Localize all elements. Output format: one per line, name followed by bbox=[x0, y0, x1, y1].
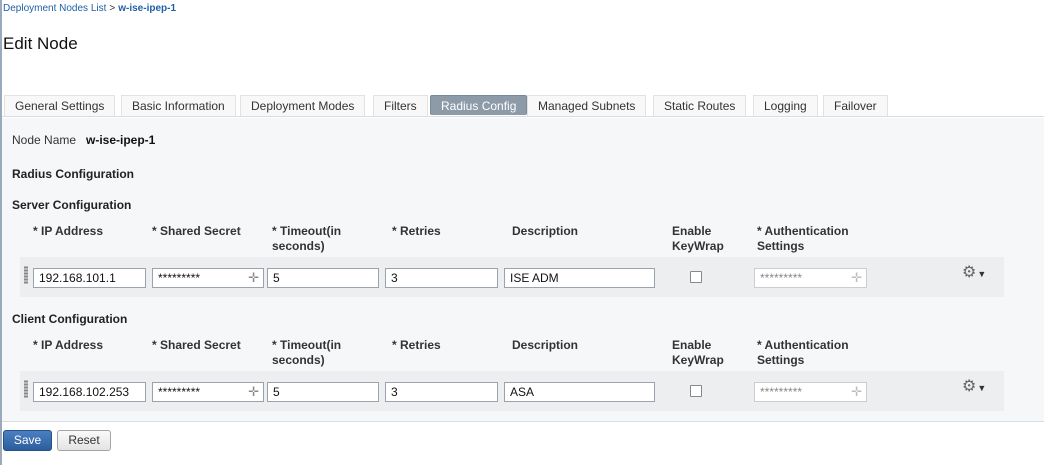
client-ip-input[interactable]: 192.168.102.253 bbox=[33, 382, 146, 402]
save-button[interactable]: Save bbox=[3, 430, 52, 451]
server-auth-settings-input: ********* ✛ bbox=[754, 268, 867, 288]
breadcrumb: Deployment Nodes List > w-ise-ipep-1 bbox=[3, 3, 176, 14]
plus-icon[interactable]: ✛ bbox=[248, 271, 259, 284]
gear-icon[interactable]: ⚙ bbox=[962, 378, 976, 395]
server-col-retries: * Retries bbox=[392, 224, 441, 238]
client-row-actions[interactable]: ⚙▼ bbox=[962, 379, 986, 396]
client-col-keywrap-line2: KeyWrap bbox=[672, 353, 724, 367]
tab-failover[interactable]: Failover bbox=[823, 95, 888, 116]
server-col-auth-line2: Settings bbox=[757, 239, 805, 253]
client-description-input[interactable]: ASA bbox=[504, 382, 655, 402]
server-secret-input[interactable]: ********* ✛ bbox=[152, 268, 264, 288]
client-col-auth: * Authentication Settings bbox=[757, 338, 849, 368]
server-timeout-input[interactable]: 5 bbox=[267, 268, 379, 288]
client-row-drag-handle[interactable] bbox=[24, 380, 28, 398]
client-col-auth-line2: Settings bbox=[757, 353, 805, 367]
tab-managed-subnets[interactable]: Managed Subnets bbox=[527, 95, 647, 116]
server-col-keywrap: Enable KeyWrap bbox=[672, 224, 724, 254]
server-col-ip: * IP Address bbox=[33, 224, 104, 238]
tab-radius-config[interactable]: Radius Config bbox=[430, 95, 528, 115]
server-keywrap-checkbox[interactable] bbox=[690, 271, 702, 283]
server-col-auth-line1: * Authentication bbox=[757, 224, 849, 238]
server-col-timeout: * Timeout(in seconds) bbox=[272, 224, 341, 254]
footer-divider bbox=[2, 421, 1044, 422]
server-col-timeout-line1: * Timeout(in bbox=[272, 224, 342, 238]
node-name-label: Node Name bbox=[12, 133, 77, 147]
server-retries-input[interactable]: 3 bbox=[385, 268, 498, 288]
server-col-description: Description bbox=[512, 224, 579, 238]
breadcrumb-link-deployment-nodes[interactable]: Deployment Nodes List bbox=[3, 3, 106, 14]
tab-deployment-modes[interactable]: Deployment Modes bbox=[240, 95, 366, 116]
chevron-down-icon[interactable]: ▼ bbox=[977, 269, 986, 279]
radius-configuration-heading: Radius Configuration bbox=[12, 167, 134, 181]
client-col-keywrap: Enable KeyWrap bbox=[672, 338, 724, 368]
tab-filters[interactable]: Filters bbox=[373, 95, 428, 116]
client-col-retries: * Retries bbox=[392, 338, 441, 352]
client-col-auth-line1: * Authentication bbox=[757, 338, 849, 352]
client-retries-input[interactable]: 3 bbox=[385, 382, 498, 402]
client-auth-settings-input: ********* ✛ bbox=[754, 382, 867, 402]
client-col-keywrap-line1: Enable bbox=[672, 338, 712, 352]
plus-icon[interactable]: ✛ bbox=[248, 385, 259, 398]
client-col-timeout-line2: seconds) bbox=[272, 353, 325, 367]
chevron-down-icon[interactable]: ▼ bbox=[977, 383, 986, 393]
gear-icon[interactable]: ⚙ bbox=[962, 264, 976, 281]
breadcrumb-separator: > bbox=[109, 3, 116, 14]
client-auth-value: ********* bbox=[760, 385, 803, 399]
client-secret-value: ********* bbox=[158, 385, 201, 399]
breadcrumb-current[interactable]: w-ise-ipep-1 bbox=[118, 3, 176, 14]
client-col-secret: * Shared Secret bbox=[152, 338, 241, 352]
server-secret-value: ********* bbox=[158, 271, 201, 285]
client-configuration-heading: Client Configuration bbox=[12, 312, 128, 326]
client-timeout-input[interactable]: 5 bbox=[267, 382, 379, 402]
server-col-auth: * Authentication Settings bbox=[757, 224, 849, 254]
client-col-timeout-line1: * Timeout(in bbox=[272, 338, 342, 352]
tab-logging[interactable]: Logging bbox=[753, 95, 818, 116]
server-description-input[interactable]: ISE ADM bbox=[504, 268, 655, 288]
plus-icon: ✛ bbox=[851, 270, 862, 285]
tab-general-settings[interactable]: General Settings bbox=[4, 95, 116, 116]
server-col-keywrap-line1: Enable bbox=[672, 224, 712, 238]
server-row-actions[interactable]: ⚙▼ bbox=[962, 265, 986, 282]
server-row-drag-handle[interactable] bbox=[24, 266, 28, 284]
server-configuration-heading: Server Configuration bbox=[12, 198, 132, 212]
tab-bar: General Settings Basic Information Deplo… bbox=[2, 92, 1044, 117]
server-col-keywrap-line2: KeyWrap bbox=[672, 239, 724, 253]
tab-basic-information[interactable]: Basic Information bbox=[121, 95, 236, 116]
server-col-timeout-line2: seconds) bbox=[272, 239, 325, 253]
server-ip-input[interactable]: 192.168.101.1 bbox=[33, 268, 146, 288]
client-col-timeout: * Timeout(in seconds) bbox=[272, 338, 341, 368]
server-col-secret: * Shared Secret bbox=[152, 224, 241, 238]
client-col-ip: * IP Address bbox=[33, 338, 104, 352]
plus-icon: ✛ bbox=[851, 384, 862, 399]
page-title: Edit Node bbox=[3, 34, 78, 53]
reset-button[interactable]: Reset bbox=[57, 430, 111, 451]
client-keywrap-checkbox[interactable] bbox=[690, 385, 702, 397]
tab-static-routes[interactable]: Static Routes bbox=[653, 95, 747, 116]
server-auth-value: ********* bbox=[760, 271, 803, 285]
client-col-description: Description bbox=[512, 338, 579, 352]
client-secret-input[interactable]: ********* ✛ bbox=[152, 382, 264, 402]
node-name-value: w-ise-ipep-1 bbox=[86, 133, 156, 147]
